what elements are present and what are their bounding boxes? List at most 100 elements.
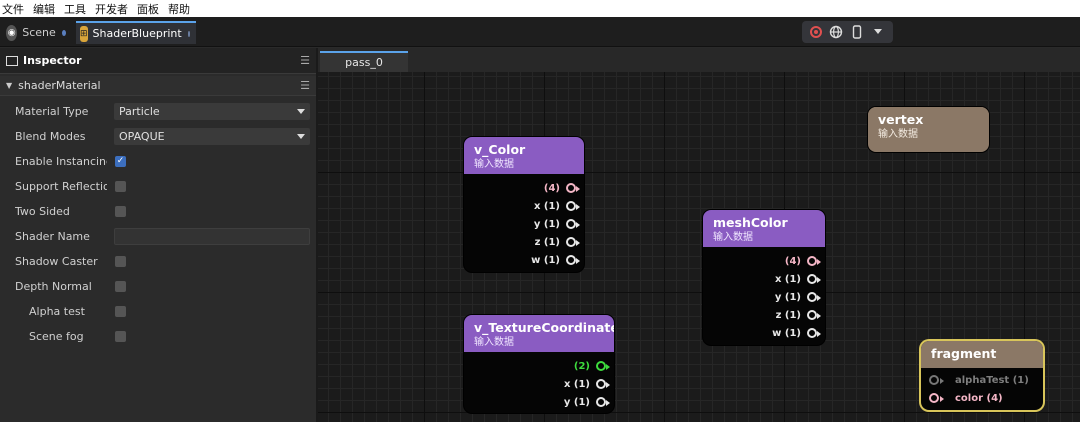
- enable-instancing-checkbox[interactable]: ✓: [115, 155, 126, 167]
- output-pin-icon[interactable]: [596, 379, 610, 389]
- menu-tools[interactable]: 工具: [64, 1, 86, 17]
- output-port[interactable]: w (1): [531, 251, 580, 269]
- phone-icon[interactable]: [850, 25, 864, 39]
- caret-down-icon: [297, 133, 305, 139]
- alpha-test-checkbox[interactable]: [115, 305, 126, 317]
- output-port[interactable]: z (1): [534, 233, 580, 251]
- node-v-texture-coordinate[interactable]: v_TextureCoordinate 输入数据 (2) x (1) y (1): [464, 315, 614, 413]
- port-label: x (1): [563, 378, 590, 390]
- output-pin-icon[interactable]: [566, 183, 580, 193]
- menu-edit[interactable]: 编辑: [33, 1, 55, 17]
- section-shader-material[interactable]: ▼ shaderMaterial ☰: [0, 76, 316, 96]
- node-graph-canvas[interactable]: v_Color 输入数据 (4) x (1) y (1) z (1) w (1)…: [318, 72, 1080, 422]
- node-mesh-color[interactable]: meshColor 输入数据 (4) x (1) y (1) z (1) w (…: [703, 210, 825, 345]
- inspector-panel: Inspector ☰ ▼ shaderMaterial ☰ Material …: [0, 48, 318, 422]
- globe-icon[interactable]: [829, 25, 843, 39]
- field-shadow-caster: Shadow Caster: [0, 251, 316, 271]
- scene-icon: ◉: [6, 24, 18, 41]
- output-pin-icon[interactable]: [807, 256, 821, 266]
- output-port[interactable]: z (1): [775, 306, 821, 324]
- output-pin-icon[interactable]: [566, 219, 580, 229]
- tab-blueprint-label: ShaderBlueprint: [92, 27, 182, 40]
- port-label: (4): [784, 255, 801, 267]
- tab-pass-0[interactable]: pass_0: [320, 51, 408, 72]
- two-sided-checkbox[interactable]: [115, 205, 126, 217]
- input-port[interactable]: color (4): [929, 389, 1003, 407]
- node-title: v_TextureCoordinate: [474, 320, 614, 335]
- output-port[interactable]: (2): [574, 357, 610, 375]
- section-menu-icon[interactable]: ☰: [300, 79, 310, 92]
- output-port[interactable]: x (1): [563, 375, 610, 393]
- input-pin-icon[interactable]: [929, 375, 944, 385]
- output-port[interactable]: x (1): [774, 270, 821, 288]
- field-label: Two Sided: [15, 204, 70, 218]
- scene-fog-checkbox[interactable]: [115, 330, 126, 342]
- menu-bar: 文件 编辑 工具 开发者 面板 帮助: [0, 0, 1080, 17]
- tab-scene[interactable]: ◉ Scene: [2, 21, 72, 44]
- node-header[interactable]: vertex 输入数据: [868, 107, 989, 144]
- menu-help[interactable]: 帮助: [168, 1, 190, 17]
- node-header[interactable]: v_Color 输入数据: [464, 137, 584, 174]
- output-pin-icon[interactable]: [807, 292, 821, 302]
- output-port[interactable]: x (1): [534, 197, 580, 215]
- node-subtitle: 输入数据: [474, 159, 514, 170]
- material-type-select[interactable]: Particle: [114, 102, 310, 120]
- port-label: z (1): [534, 236, 560, 248]
- unsaved-dot-icon: [61, 29, 66, 36]
- menu-developer[interactable]: 开发者: [95, 1, 128, 17]
- output-port[interactable]: y (1): [564, 393, 610, 411]
- node-header[interactable]: fragment: [921, 341, 1043, 368]
- tab-shader-blueprint[interactable]: ⊞ ShaderBlueprint: [76, 21, 196, 44]
- select-value: OPAQUE: [119, 129, 165, 143]
- output-port[interactable]: (4): [544, 179, 580, 197]
- record-icon[interactable]: [809, 26, 822, 38]
- field-label: Support Reflection F: [15, 179, 107, 193]
- node-subtitle: 输入数据: [474, 337, 514, 348]
- output-pin-icon[interactable]: [566, 255, 580, 265]
- field-label: Alpha test: [29, 304, 85, 318]
- inspector-title: Inspector: [23, 54, 82, 67]
- node-v-color[interactable]: v_Color 输入数据 (4) x (1) y (1) z (1) w (1): [464, 137, 584, 272]
- panel-menu-icon[interactable]: ☰: [300, 54, 310, 67]
- section-title: shaderMaterial: [18, 79, 101, 92]
- field-blend-modes: Blend Modes OPAQUE: [0, 126, 316, 146]
- field-label: Depth Normal: [15, 279, 92, 293]
- shader-name-input[interactable]: [114, 227, 310, 245]
- output-pin-icon[interactable]: [807, 310, 821, 320]
- menu-panel[interactable]: 面板: [137, 1, 159, 17]
- output-pin-icon[interactable]: [596, 397, 610, 407]
- output-port[interactable]: (4): [784, 252, 821, 270]
- menu-file[interactable]: 文件: [2, 1, 24, 17]
- node-fragment[interactable]: fragment alphaTest (1) color (4): [921, 341, 1043, 410]
- node-vertex[interactable]: vertex 输入数据: [868, 107, 989, 152]
- port-label: z (1): [775, 309, 801, 321]
- support-reflection-checkbox[interactable]: [115, 180, 126, 192]
- input-port[interactable]: alphaTest (1): [929, 371, 1029, 389]
- field-label: Enable Instancing: [15, 154, 107, 168]
- blueprint-icon: ⊞: [80, 25, 88, 42]
- output-port[interactable]: y (1): [775, 288, 821, 306]
- output-pin-icon[interactable]: [807, 328, 821, 338]
- field-label: Shader Name: [15, 229, 90, 243]
- output-pin-icon[interactable]: [566, 237, 580, 247]
- output-port[interactable]: y (1): [534, 215, 580, 233]
- shadow-caster-checkbox[interactable]: [115, 255, 126, 267]
- chevron-down-icon[interactable]: [871, 25, 885, 39]
- blend-modes-select[interactable]: OPAQUE: [114, 127, 310, 145]
- caret-down-icon: [297, 108, 305, 114]
- node-header[interactable]: v_TextureCoordinate 输入数据: [464, 315, 614, 352]
- select-value: Particle: [119, 104, 160, 118]
- port-label: x (1): [774, 273, 801, 285]
- field-label: Blend Modes: [15, 129, 86, 143]
- output-pin-icon[interactable]: [807, 274, 821, 284]
- depth-normal-checkbox[interactable]: [115, 280, 126, 292]
- node-header[interactable]: meshColor 输入数据: [703, 210, 825, 247]
- input-pin-icon[interactable]: [929, 393, 944, 403]
- output-pin-icon[interactable]: [596, 361, 610, 371]
- preview-toolbar: [802, 21, 893, 43]
- collapse-triangle-icon[interactable]: ▼: [6, 81, 12, 90]
- output-pin-icon[interactable]: [566, 201, 580, 211]
- node-title: v_Color: [474, 142, 526, 157]
- field-enable-instancing: Enable Instancing ✓: [0, 151, 316, 171]
- output-port[interactable]: w (1): [772, 324, 821, 342]
